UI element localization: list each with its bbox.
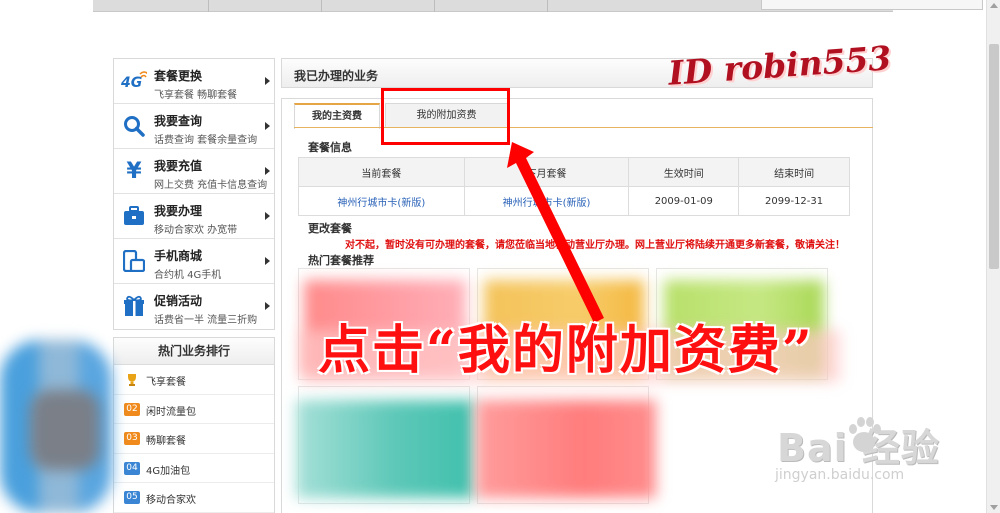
instruction-caption: 点击“我的附加资费” [318, 320, 814, 381]
baidu-url: jingyan.baidu.com [775, 467, 905, 483]
baidu-watermark: Bai 经验 jingyan.baidu.com [767, 405, 987, 495]
paw-icon [849, 417, 881, 452]
